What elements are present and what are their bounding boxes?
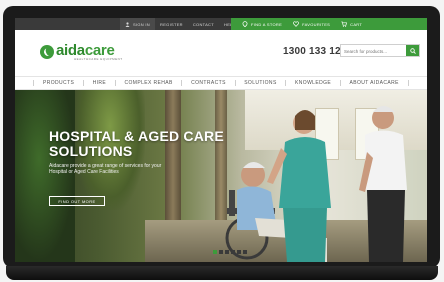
contact-link[interactable]: Contact [188,18,219,30]
website-screen: Sign In Register Contact Help Find a Sto… [15,18,427,262]
find-store-link[interactable]: Find a Store [242,21,282,27]
search-box [340,44,420,57]
cart-icon [341,21,348,27]
map-pin-icon [242,21,248,27]
nav-item-about[interactable]: About Aidacare [349,80,398,86]
nav-item-complex-rehab[interactable]: Complex Rehab [125,80,173,86]
carousel-dot-4[interactable] [231,250,235,254]
logo-mark-icon [40,45,54,59]
cart-link[interactable]: Cart [341,21,362,27]
favourites-label: Favourites [302,21,331,27]
search-input[interactable] [344,47,404,55]
monitor-base [6,266,438,280]
sign-in-label: Sign In [133,21,150,27]
sign-in-link[interactable]: Sign In [120,18,155,30]
carousel-dot-1[interactable] [213,250,217,254]
nav-divider [82,80,84,86]
main-nav: Products Hire Complex Rehab Contracts So… [15,76,427,90]
nav-item-knowledge[interactable]: Knowledge [295,80,331,86]
carousel-dot-3[interactable] [225,250,229,254]
aidacare-logo[interactable]: aidacare Healthcare Equipment [40,43,123,61]
find-out-more-button[interactable]: Find out more [49,196,105,206]
register-link[interactable]: Register [155,18,188,30]
hero-banner: Hospital & Aged Care Solutions Aidacare … [15,90,427,262]
logo-wordmark: aidacare [56,42,115,59]
search-icon [409,47,416,54]
nav-divider [285,80,287,86]
nav-divider [234,80,236,86]
cart-label: Cart [350,21,363,27]
nav-divider [339,80,341,86]
nav-item-hire[interactable]: Hire [93,80,107,86]
nurse [267,110,331,262]
hero-photo-people [225,106,407,262]
carousel-dot-2[interactable] [219,250,223,254]
action-bar: Find a Store Favourites Cart [231,18,427,30]
standing-man [359,106,407,262]
logo-tagline: Healthcare Equipment [74,57,123,61]
nav-divider [33,80,35,86]
nav-item-solutions[interactable]: Solutions [244,80,277,86]
carousel-indicators [213,250,247,254]
nav-divider [407,80,409,86]
find-store-label: Find a Store [251,21,283,27]
favourites-link[interactable]: Favourites [293,21,330,27]
hero-title: Hospital & Aged Care Solutions [49,128,224,159]
nav-item-products[interactable]: Products [43,80,74,86]
search-button[interactable] [406,45,419,56]
nav-item-contracts[interactable]: Contracts [191,80,226,86]
hero-subtitle: Aidacare provide a great range of servic… [49,163,162,175]
nav-divider [114,80,116,86]
carousel-dot-5[interactable] [237,250,241,254]
site-header: aidacare Healthcare Equipment 1300 133 1… [15,30,427,76]
nav-divider [181,80,183,86]
carousel-dot-6[interactable] [243,250,247,254]
heart-icon [293,21,299,27]
phone-number[interactable]: 1300 133 120 [283,46,347,57]
user-icon [125,21,130,27]
